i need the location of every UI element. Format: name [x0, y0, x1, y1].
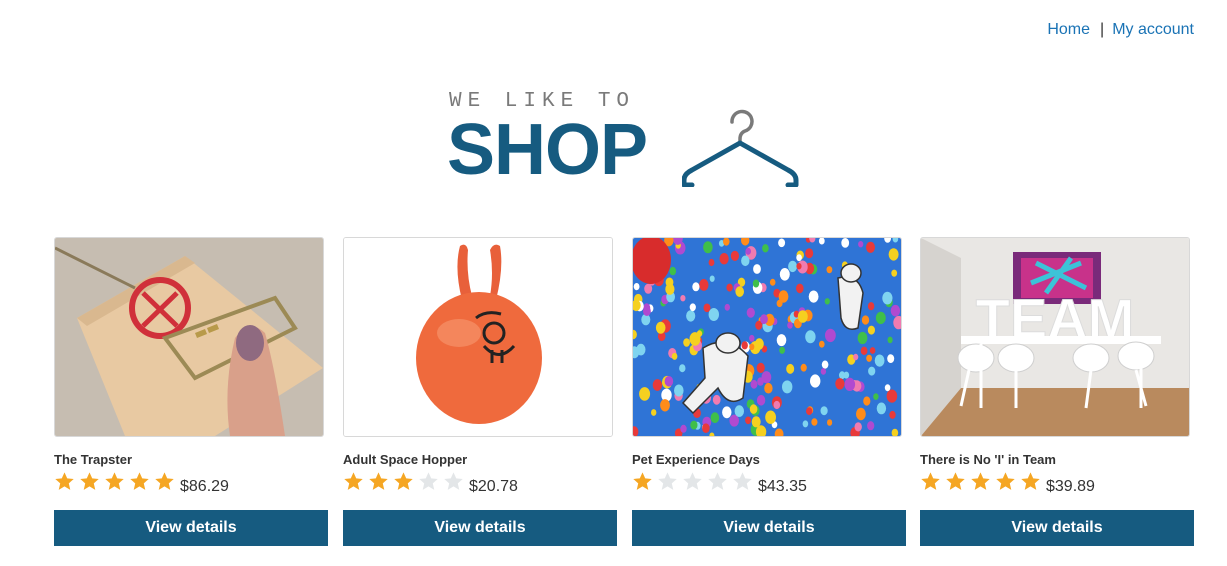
mousetrap-image — [55, 238, 323, 436]
product-rating: $39.89 — [920, 472, 1194, 496]
balloons-dogs-image — [633, 238, 901, 436]
star-filled-icon — [80, 472, 99, 490]
star-filled-icon — [996, 472, 1015, 490]
logo-wordmark: SHOP — [447, 110, 648, 190]
star-empty-icon — [733, 472, 752, 490]
product-rating: $20.78 — [343, 472, 617, 496]
star-empty-icon — [658, 472, 677, 490]
product-card: TEAM There is No 'I' in Team $39.89 View… — [920, 237, 1194, 546]
product-price: $43.35 — [758, 478, 807, 495]
product-rating: $86.29 — [54, 472, 328, 496]
view-details-button[interactable]: View details — [920, 510, 1194, 546]
product-price: $86.29 — [180, 478, 229, 495]
star-rating — [54, 471, 179, 497]
star-filled-icon — [1021, 472, 1040, 490]
space-hopper-image — [344, 238, 612, 436]
product-name: Adult Space Hopper — [343, 452, 468, 467]
top-navigation: Home | My account — [1047, 21, 1194, 39]
product-card: Pet Experience Days $43.35 View details — [632, 237, 906, 546]
product-name: The Trapster — [54, 452, 133, 467]
star-empty-icon — [683, 472, 702, 490]
product-rating: $43.35 — [632, 472, 906, 496]
view-details-button[interactable]: View details — [343, 510, 617, 546]
product-image[interactable] — [343, 237, 613, 437]
product-name: Pet Experience Days — [632, 452, 760, 467]
team-room-image: TEAM — [921, 238, 1189, 436]
product-card: The Trapster $86.29 View details — [54, 237, 328, 546]
star-filled-icon — [971, 472, 990, 490]
star-filled-icon — [155, 472, 174, 490]
star-filled-icon — [946, 472, 965, 490]
star-empty-icon — [419, 472, 438, 490]
star-filled-icon — [130, 472, 149, 490]
product-image[interactable] — [54, 237, 324, 437]
product-price: $39.89 — [1046, 478, 1095, 495]
view-details-button[interactable]: View details — [632, 510, 906, 546]
star-empty-icon — [444, 472, 463, 490]
product-card: Adult Space Hopper $20.78 View details — [343, 237, 617, 546]
star-rating — [920, 471, 1045, 497]
product-name: There is No 'I' in Team — [920, 452, 1056, 467]
nav-separator: | — [1100, 21, 1105, 38]
star-filled-icon — [55, 472, 74, 490]
star-empty-icon — [708, 472, 727, 490]
star-filled-icon — [394, 472, 413, 490]
view-details-button[interactable]: View details — [54, 510, 328, 546]
star-filled-icon — [105, 472, 124, 490]
product-image[interactable]: TEAM — [920, 237, 1190, 437]
star-rating — [632, 471, 757, 497]
product-price: $20.78 — [469, 478, 518, 495]
home-link[interactable]: Home — [1047, 21, 1090, 38]
star-filled-icon — [369, 472, 388, 490]
star-filled-icon — [921, 472, 940, 490]
star-filled-icon — [344, 472, 363, 490]
star-filled-icon — [633, 472, 652, 490]
star-rating — [343, 471, 468, 497]
site-logo[interactable]: WE LIKE TO SHOP — [447, 88, 807, 188]
hanger-icon — [682, 109, 799, 187]
my-account-link[interactable]: My account — [1112, 21, 1194, 38]
product-image[interactable] — [632, 237, 902, 437]
